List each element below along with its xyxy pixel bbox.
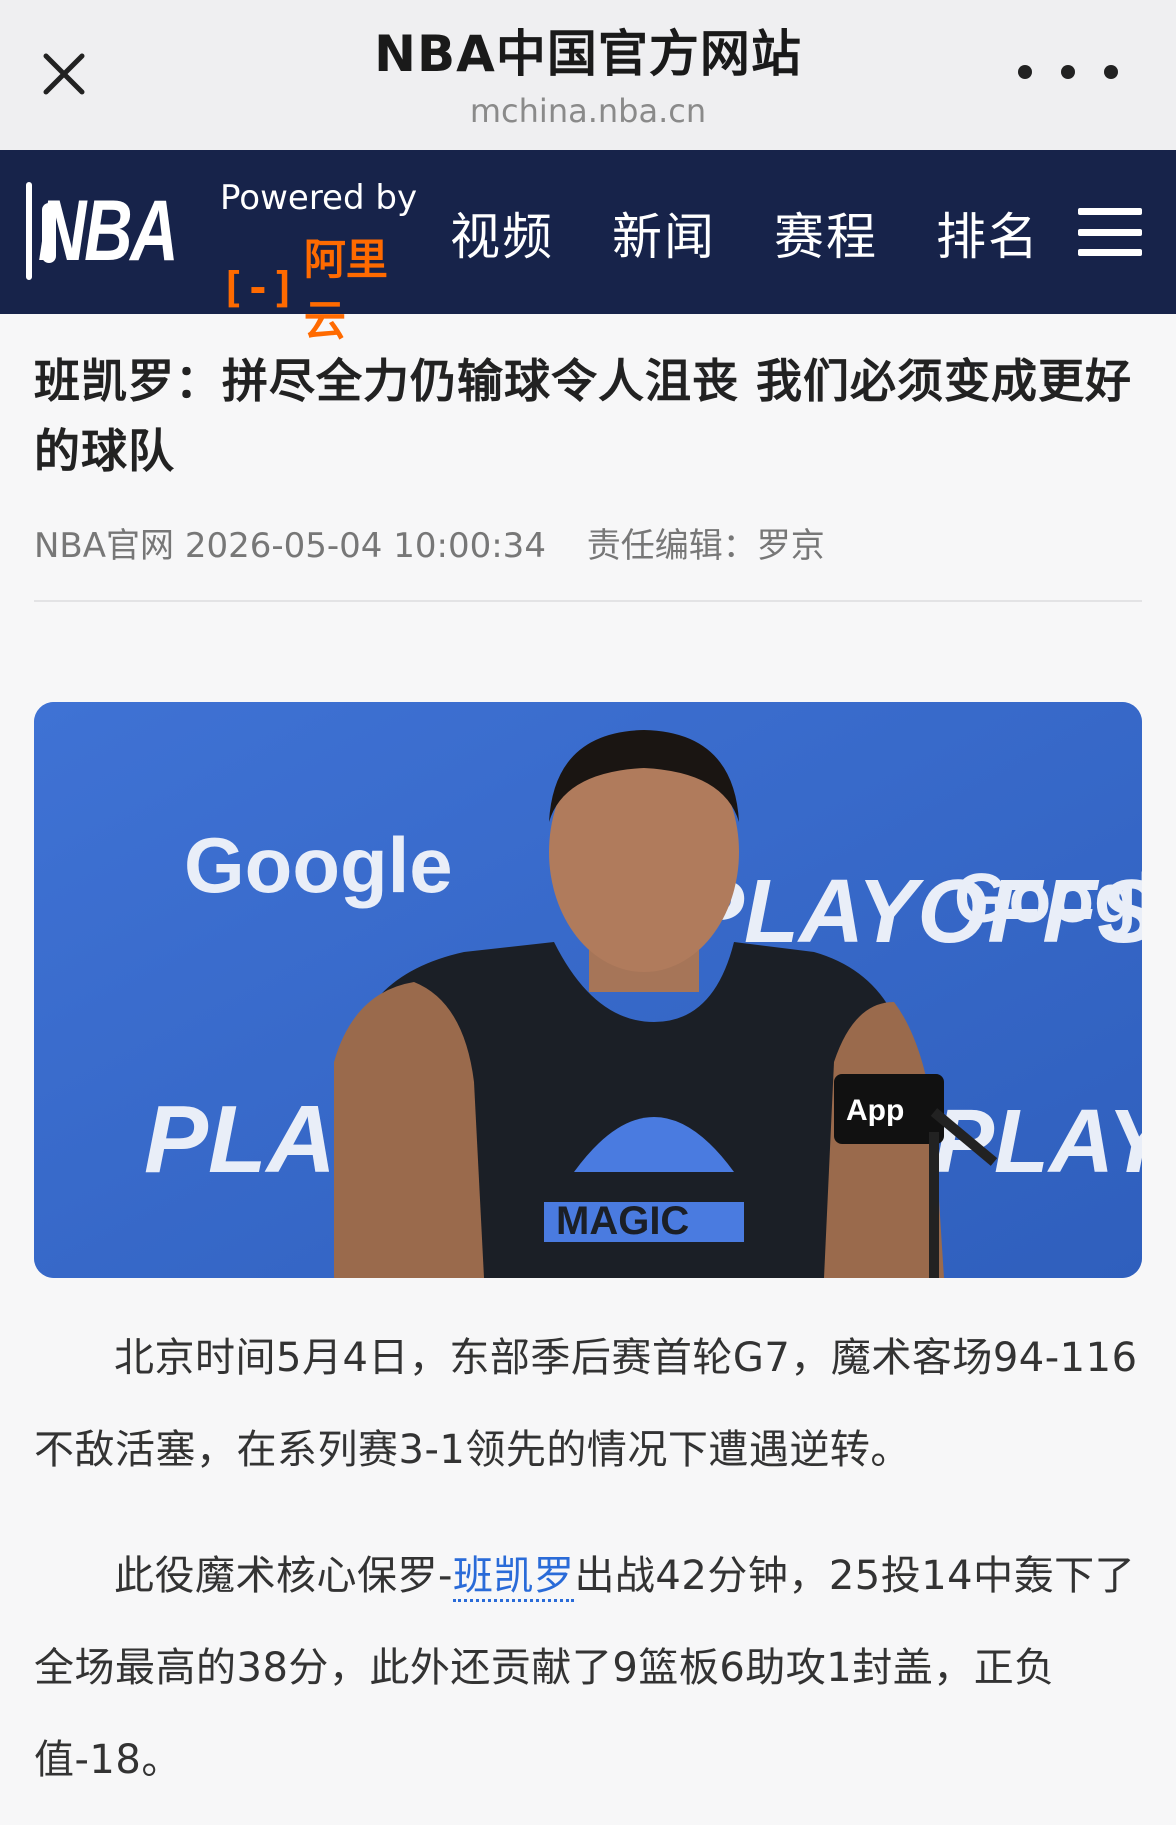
menu-line-icon: [1078, 228, 1142, 236]
nav-item-standings[interactable]: 排名: [936, 197, 1040, 269]
article-photo[interactable]: Google Google PLAYOFFS PLAYOFFS PLAYOFFS…: [34, 702, 1142, 1278]
article-meta: NBA官网 2026-05-04 10:00:34 责任编辑：罗京: [34, 518, 825, 567]
menu-line-icon: [1078, 249, 1142, 256]
article-paragraph-2: 此役魔术核心保罗-班凯罗出战42分钟，25投14中轰下了全场最高的38分，此外还…: [34, 1530, 1144, 1806]
mic-flag-text: App: [846, 1094, 904, 1127]
nav-item-schedule[interactable]: 赛程: [774, 197, 878, 269]
browser-top-bar: NBA中国官方网站 mchina.nba.cn: [0, 0, 1176, 150]
player-link-banchero[interactable]: 班凯罗: [452, 1553, 575, 1602]
more-dot-icon: [1061, 65, 1075, 79]
article-headline: 班凯罗：拼尽全力仍输球令人沮丧 我们必须变成更好的球队: [34, 354, 1133, 478]
nav-item-news[interactable]: 新闻: [612, 197, 716, 269]
article-editor: 责任编辑：罗京: [586, 526, 825, 566]
hamburger-menu-button[interactable]: [1078, 208, 1142, 256]
nba-logo[interactable]: NBA: [26, 182, 194, 280]
site-url: mchina.nba.cn: [469, 92, 707, 130]
backdrop-google-text: Google: [184, 821, 453, 909]
more-dot-icon: [1018, 65, 1032, 79]
nav-item-video[interactable]: 视频: [450, 197, 554, 269]
more-dot-icon: [1104, 65, 1118, 79]
article-source: NBA官网: [34, 526, 175, 566]
menu-line-icon: [1078, 208, 1142, 215]
article-datetime: 2026-05-04 10:00:34: [184, 526, 546, 566]
main-nav: 视频 新闻 赛程 排名: [450, 198, 1098, 268]
powered-by-label: Powered by: [220, 178, 418, 218]
press-conference-image: Google Google PLAYOFFS PLAYOFFS PLAYOFFS…: [34, 702, 1142, 1278]
nba-logo-text: NBA: [38, 183, 179, 279]
jersey-text: MAGIC: [556, 1199, 689, 1243]
paragraph-text: 此役魔术核心保罗-: [114, 1553, 453, 1599]
article-paragraph-1: 北京时间5月4日，东部季后赛首轮G7，魔术客场94-116不敌活塞，在系列赛3-…: [34, 1335, 1138, 1473]
sponsor-block: Powered by [-] 阿里云: [220, 178, 425, 348]
site-header: NBA Powered by [-] 阿里云 视频 新闻 赛程 排名: [0, 150, 1176, 345]
aliyun-logo: [-] 阿里云: [220, 226, 425, 348]
more-options-button[interactable]: [1018, 62, 1118, 82]
site-title: NBA中国官方网站: [374, 25, 802, 83]
logoman-icon: [26, 182, 56, 280]
aliyun-name: 阿里云: [303, 235, 388, 345]
aliyun-bracket-icon: [-]: [220, 262, 296, 312]
divider: [34, 600, 1142, 602]
